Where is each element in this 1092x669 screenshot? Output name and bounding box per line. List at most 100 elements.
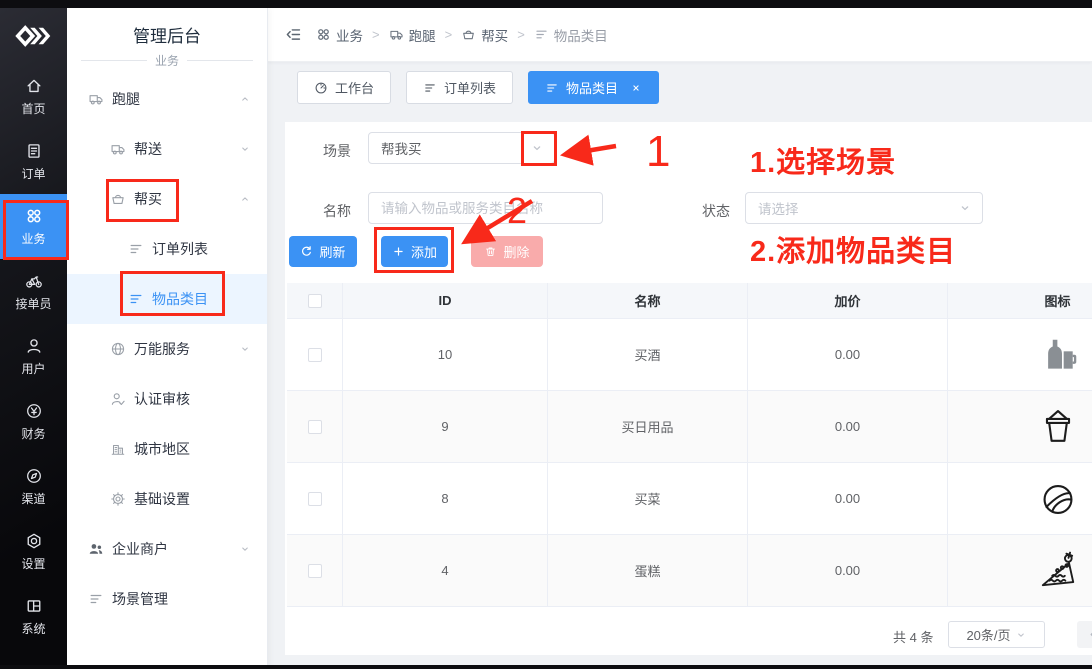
breadcrumb-item-帮买[interactable]: 帮买 [461,25,508,45]
row-checkbox-cell [287,319,342,391]
menu-section-divider: 业务 [81,52,253,68]
breadcrumb-label: 物品类目 [554,25,608,45]
add-button[interactable]: 添加 [381,236,448,267]
scene-select-value: 帮我买 [381,138,422,158]
menu-item-城市地区[interactable]: 城市地区 [67,424,267,474]
tab-label: 工作台 [335,78,374,97]
app-nav-item-财务[interactable]: 财务 [0,389,67,454]
menu-item-基础设置[interactable]: 基础设置 [67,474,267,524]
truck-icon [389,27,404,42]
app-nav-label: 订单 [21,165,45,182]
cell-markup: 0.00 [747,319,947,391]
app-nav-label: 接单员 [15,295,51,312]
app-nav-item-首页[interactable]: 首页 [0,64,67,129]
menu-item-订单列表[interactable]: 订单列表 [67,224,267,274]
app-nav: 首页订单业务接单员用户财务渠道设置系统 [0,64,67,649]
app-sidebar: 首页订单业务接单员用户财务渠道设置系统 [0,8,67,669]
app-logo[interactable] [0,8,67,64]
menu-item-万能服务[interactable]: 万能服务 [67,324,267,374]
breadcrumb-label: 跑腿 [409,25,436,45]
breadcrumb-separator: > [372,27,380,42]
scene-select[interactable]: 帮我买 [368,132,555,164]
table-header-checkbox-cell [287,283,342,319]
prev-page-button[interactable] [1077,621,1092,648]
content-panel: 场景 帮我买 名称 状态 请选择 刷新 添加 删除 ID名称加价图标 10买酒 [285,122,1092,655]
status-label: 状态 [702,201,730,221]
app-nav-label: 渠道 [21,490,45,507]
breadcrumb-item-物品类目[interactable]: 物品类目 [534,25,608,45]
menu-item-物品类目[interactable]: 物品类目 [67,274,267,324]
breadcrumb-item-业务[interactable]: 业务 [316,25,363,45]
list-icon [88,591,104,607]
menu-title: 管理后台 [67,8,267,48]
tab-bar: 工作台 订单列表物品类目 [297,71,659,104]
settings-icon [25,532,43,550]
app-nav-item-设置[interactable]: 设置 [0,519,67,584]
tab-物品类目[interactable]: 物品类目 [528,71,659,104]
menu-item-label: 万能服务 [134,339,190,359]
menu-item-企业商户[interactable]: 企业商户 [67,524,267,574]
list-icon [128,291,144,307]
breadcrumb-label: 帮买 [481,25,508,45]
menu-item-label: 物品类目 [152,289,208,309]
menu-item-帮买[interactable]: 帮买 [67,174,267,224]
refresh-button[interactable]: 刷新 [289,236,357,267]
plus-icon [392,245,405,258]
app-nav-label: 业务 [21,230,45,247]
app-nav-item-系统[interactable]: 系统 [0,584,67,649]
table-header-ID: ID [342,283,547,319]
row-checkbox[interactable] [308,564,322,578]
cell-markup: 0.00 [747,463,947,535]
page-size-select[interactable]: 20条/页 [948,621,1045,648]
cell-id: 4 [342,535,547,607]
app-nav-item-渠道[interactable]: 渠道 [0,454,67,519]
home-icon [25,77,43,95]
chevron-left-icon [1086,628,1092,641]
status-select[interactable]: 请选择 [745,192,983,224]
name-input-wrap [368,192,603,224]
app-nav-label: 用户 [21,360,45,377]
basket-product-icon [1037,406,1079,448]
name-input[interactable] [369,193,602,223]
select-all-checkbox[interactable] [308,294,322,308]
table-header-名称: 名称 [547,283,747,319]
chevron-down-icon [239,343,251,355]
app-nav-label: 财务 [21,425,45,442]
bike-icon [25,272,43,290]
chevron-down-icon[interactable] [958,201,972,215]
menu-item-label: 城市地区 [134,439,190,459]
menu-list: 跑腿帮送帮买订单列表物品类目万能服务认证审核城市地区基础设置企业商户场景管理 [67,74,267,624]
chevron-up-icon [239,193,251,205]
menu-item-跑腿[interactable]: 跑腿 [67,74,267,124]
cell-name: 买酒 [547,319,747,391]
cell-markup: 0.00 [747,391,947,463]
breadcrumb-bar: 业务>跑腿>帮买>物品类目 [268,8,1092,62]
row-checkbox-cell [287,391,342,463]
row-checkbox[interactable] [308,492,322,506]
menu-item-场景管理[interactable]: 场景管理 [67,574,267,624]
app-nav-item-接单员[interactable]: 接单员 [0,259,67,324]
cell-icon [947,535,1092,607]
truck-icon [110,141,126,157]
app-nav-item-订单[interactable]: 订单 [0,129,67,194]
menu-item-认证审核[interactable]: 认证审核 [67,374,267,424]
row-checkbox[interactable] [308,348,322,362]
cell-name: 买日用品 [547,391,747,463]
delete-button[interactable]: 删除 [471,236,543,267]
list-icon [423,81,437,95]
row-checkbox[interactable] [308,420,322,434]
app-nav-item-用户[interactable]: 用户 [0,324,67,389]
category-table: ID名称加价图标 10买酒0.009买日用品0.008买菜0.004蛋糕0.00 [287,283,1092,607]
menu-item-帮送[interactable]: 帮送 [67,124,267,174]
cell-icon [947,391,1092,463]
app-nav-item-业务[interactable]: 业务 [0,194,67,259]
collapse-menu-icon[interactable] [285,26,302,43]
user-check-icon [110,391,126,407]
cabbage-product-icon [1037,478,1079,520]
breadcrumb-item-跑腿[interactable]: 跑腿 [389,25,436,45]
tab-订单列表[interactable]: 订单列表 [406,71,513,104]
chevron-down-icon[interactable] [530,141,544,155]
breadcrumb-separator: > [445,27,453,42]
menu-item-label: 企业商户 [112,539,168,559]
tab-工作台[interactable]: 工作台 [297,71,391,104]
